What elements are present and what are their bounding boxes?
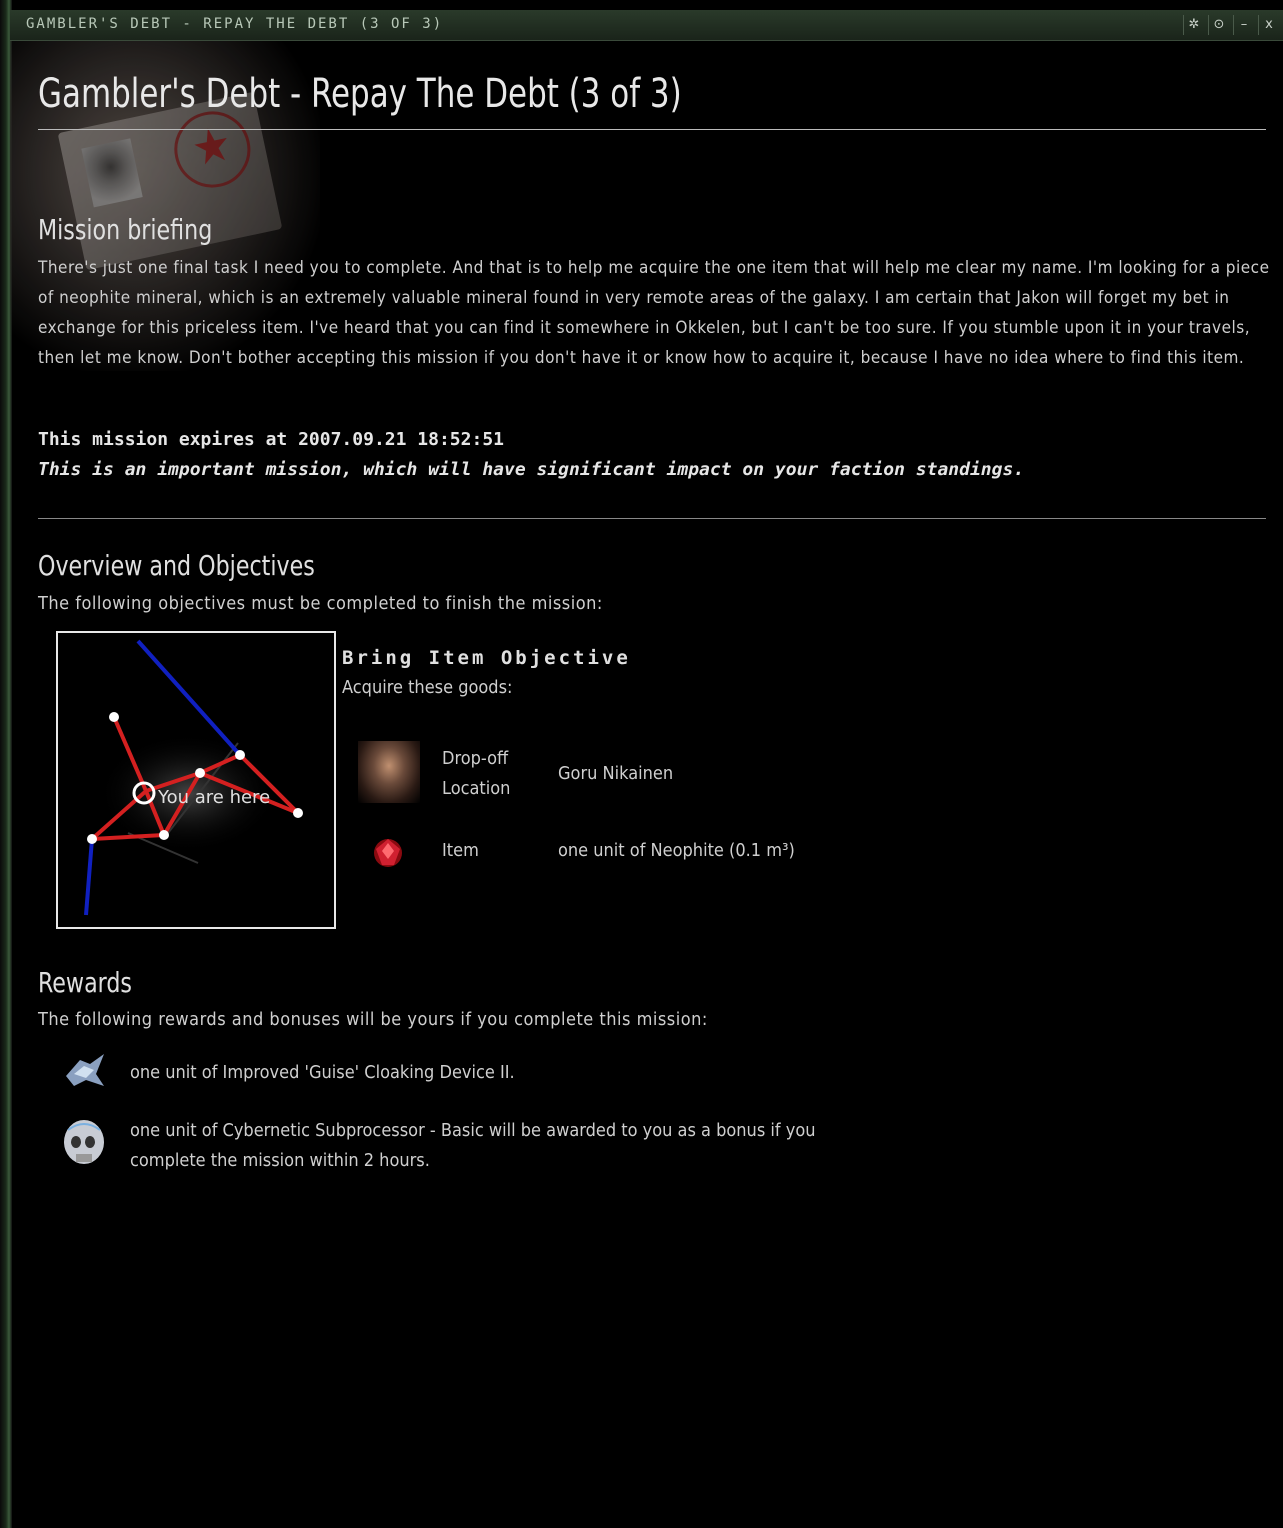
- page-title: Gambler's Debt - Repay The Debt (3 of 3): [38, 71, 682, 117]
- item-value-link[interactable]: one unit of Neophite (0.1 m³): [558, 836, 795, 866]
- reward-1-text[interactable]: one unit of Improved 'Guise' Cloaking De…: [130, 1058, 870, 1088]
- agent-portrait-icon[interactable]: [358, 741, 420, 803]
- id-card-face: [81, 138, 143, 208]
- overview-heading: Overview and Objectives: [38, 549, 315, 582]
- neophite-gem-icon[interactable]: [366, 831, 410, 875]
- objective-title: Bring Item Objective: [342, 647, 631, 669]
- mission-content[interactable]: ★ Gambler's Debt - Repay The Debt (3 of …: [10, 41, 1283, 1528]
- briefing-divider: [38, 518, 1266, 519]
- minimize-icon[interactable]: –: [1233, 15, 1254, 35]
- overview-intro: The following objectives must be complet…: [38, 593, 603, 614]
- briefing-text: There's just one final task I need you t…: [38, 258, 1270, 368]
- importance-notice: This is an important mission, which will…: [38, 459, 1025, 480]
- close-icon[interactable]: x: [1258, 15, 1279, 35]
- title-divider: [38, 129, 1266, 130]
- window-controls: ✲ ⊙ – x: [1183, 15, 1279, 35]
- cloaking-device-icon[interactable]: [60, 1046, 110, 1096]
- skull-implant-icon[interactable]: [56, 1116, 112, 1172]
- objective-subtitle: Acquire these goods:: [342, 677, 513, 698]
- rewards-heading: Rewards: [38, 966, 132, 999]
- route-map[interactable]: You are here: [56, 631, 336, 929]
- dropoff-location-link[interactable]: Goru Nikainen: [558, 759, 673, 789]
- map-you-are-here: You are here: [157, 787, 270, 808]
- briefing-heading: Mission briefing: [38, 213, 213, 246]
- dropoff-label-line2: Location: [442, 778, 511, 799]
- route-blue-lower: [84, 838, 94, 916]
- star-emblem-icon: ★: [167, 104, 258, 195]
- window-title: GAMBLER'S DEBT - REPAY THE DEBT (3 OF 3): [26, 16, 444, 32]
- item-label: Item: [442, 840, 479, 861]
- pin-icon[interactable]: ⊙: [1208, 15, 1229, 35]
- reward-2-text[interactable]: one unit of Cybernetic Subprocessor - Ba…: [130, 1116, 870, 1176]
- expiry-notice: This mission expires at 2007.09.21 18:52…: [38, 429, 504, 450]
- rewards-intro: The following rewards and bonuses will b…: [38, 1009, 708, 1030]
- route-map-svg: You are here: [84, 639, 303, 916]
- options-icon[interactable]: ✲: [1183, 15, 1204, 35]
- dropoff-label-line1: Drop-off: [442, 748, 509, 769]
- window-titlebar[interactable]: GAMBLER'S DEBT - REPAY THE DEBT (3 OF 3)…: [10, 10, 1283, 41]
